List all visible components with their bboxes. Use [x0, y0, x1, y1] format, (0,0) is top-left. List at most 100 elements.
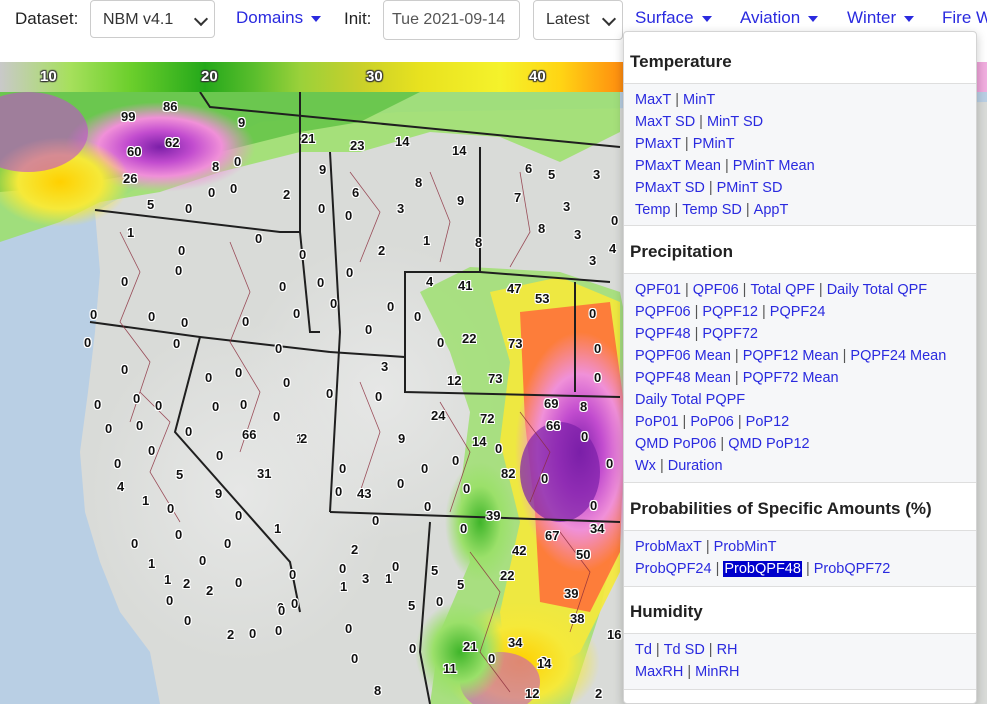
station-value: 82 [501, 466, 516, 481]
station-value: 8 [580, 399, 588, 414]
menu-item-pop12[interactable]: PoP12 [746, 414, 790, 430]
station-value: 0 [208, 185, 216, 200]
station-value: 2 [351, 542, 359, 557]
menu-item-probqpf48-selected[interactable]: ProbQPF48 [723, 561, 802, 577]
station-value: 0 [148, 309, 156, 324]
menu-item-pmaxt-sd[interactable]: PMaxT SD [635, 180, 705, 196]
station-value: 2 [283, 187, 291, 202]
menu-item-duration[interactable]: Duration [668, 458, 723, 474]
caret-down-icon [701, 15, 712, 22]
section-title-temperature: Temperature [630, 52, 732, 71]
aviation-menu[interactable]: Aviation [740, 8, 819, 28]
menu-item-td-sd[interactable]: Td SD [664, 642, 705, 658]
menu-item-pqpf24-mean[interactable]: PQPF24 Mean [850, 348, 946, 364]
menu-item-pqpf72-mean[interactable]: PQPF72 Mean [743, 370, 839, 386]
menu-item-pqpf48-mean[interactable]: PQPF48 Mean [635, 370, 731, 386]
menu-item-pqpf12-mean[interactable]: PQPF12 Mean [743, 348, 839, 364]
menu-item-pmint[interactable]: PMinT [693, 136, 735, 152]
menu-item-mint[interactable]: MinT [683, 92, 715, 108]
menu-item-pqpf72[interactable]: PQPF72 [702, 326, 758, 342]
menu-item-probqpf24[interactable]: ProbQPF24 [635, 561, 712, 577]
menu-row: QMD PoP06 | QMD PoP12 [635, 436, 810, 452]
fire-weather-menu[interactable]: Fire W [942, 8, 987, 28]
station-value: 0 [460, 521, 468, 536]
menu-item-pmaxt-mean[interactable]: PMaxT Mean [635, 158, 721, 174]
station-value: 2 [595, 686, 603, 701]
menu-item-mint-sd[interactable]: MinT SD [707, 114, 763, 130]
menu-item-temp-sd[interactable]: Temp SD [682, 202, 742, 218]
station-value: 34 [508, 635, 523, 650]
menu-item-probmint[interactable]: ProbMinT [714, 539, 777, 555]
menu-item-temp[interactable]: Temp [635, 202, 670, 218]
run-select-value: Latest [546, 11, 590, 28]
surface-menu[interactable]: Surface [635, 8, 712, 28]
menu-item-pqpf06[interactable]: PQPF06 [635, 304, 691, 320]
menu-item-pmint-sd[interactable]: PMinT SD [717, 180, 783, 196]
menu-item-appt[interactable]: AppT [754, 202, 789, 218]
menu-item-pqpf12[interactable]: PQPF12 [702, 304, 758, 320]
station-value: 1 [164, 572, 172, 587]
station-value: 0 [235, 365, 243, 380]
menu-item-pmint-mean[interactable]: PMinT Mean [733, 158, 815, 174]
winter-menu[interactable]: Winter [847, 8, 915, 28]
station-value: 0 [173, 336, 181, 351]
menu-item-pqpf48[interactable]: PQPF48 [635, 326, 691, 342]
station-value: 0 [121, 274, 129, 289]
station-value: 3 [397, 201, 405, 216]
menu-item-daily-total-pqpf[interactable]: Daily Total PQPF [635, 392, 745, 408]
domains-menu[interactable]: Domains [236, 8, 322, 28]
menu-item-probmaxt[interactable]: ProbMaxT [635, 539, 702, 555]
menu-row: QPF01 | QPF06 | Total QPF | Daily Total QPF [635, 282, 928, 298]
station-value: 0 [121, 362, 129, 377]
menu-row: PMaxT SD | PMinT SD [635, 180, 783, 196]
station-value: 2 [206, 583, 214, 598]
station-value: 0 [375, 389, 383, 404]
menu-item-total-qpf[interactable]: Total QPF [750, 282, 814, 298]
station-value: 3 [574, 227, 582, 242]
menu-item-pqpf06-mean[interactable]: PQPF06 Mean [635, 348, 731, 364]
station-value: 66 [242, 427, 257, 442]
caret-down-icon [904, 15, 915, 22]
menu-item-minrh[interactable]: MinRH [695, 664, 739, 680]
station-value: 0 [279, 279, 287, 294]
menu-item-qmd-pop12[interactable]: QMD PoP12 [728, 436, 809, 452]
station-value: 0 [175, 263, 183, 278]
station-value: 0 [199, 553, 207, 568]
run-select[interactable]: Latest [533, 0, 623, 40]
station-value: 0 [365, 322, 373, 337]
menu-item-rh[interactable]: RH [717, 642, 738, 658]
station-value: 0 [275, 623, 283, 638]
station-value: 1 [423, 233, 431, 248]
menu-item-pop06[interactable]: PoP06 [690, 414, 734, 430]
menu-item-daily-total-qpf[interactable]: Daily Total QPF [827, 282, 927, 298]
station-value: 1 [148, 556, 156, 571]
station-value: 9 [398, 431, 406, 446]
station-value: 0 [326, 386, 334, 401]
menu-row: MaxT | MinT [635, 92, 716, 108]
menu-item-maxt[interactable]: MaxT [635, 92, 671, 108]
menu-row: Daily Total PQPF [635, 392, 745, 408]
menu-item-qpf01[interactable]: QPF01 [635, 282, 681, 298]
station-value: 69 [544, 396, 559, 411]
init-date-input[interactable]: Tue 2021-09-14 [383, 0, 520, 40]
menu-item-qmd-pop06[interactable]: QMD PoP06 [635, 436, 716, 452]
dataset-select[interactable]: NBM v4.1 [90, 0, 215, 38]
menu-item-pop01[interactable]: PoP01 [635, 414, 679, 430]
station-value: 50 [576, 547, 591, 562]
menu-item-maxrh[interactable]: MaxRH [635, 664, 683, 680]
station-value: 0 [424, 499, 432, 514]
station-value: 0 [94, 397, 102, 412]
station-value: 1 [127, 225, 135, 240]
station-value: 99 [121, 109, 136, 124]
menu-item-wx[interactable]: Wx [635, 458, 656, 474]
menu-item-maxt-sd[interactable]: MaxT SD [635, 114, 695, 130]
menu-item-pqpf24[interactable]: PQPF24 [770, 304, 826, 320]
station-value: 42 [512, 543, 527, 558]
menu-item-pmaxt[interactable]: PMaxT [635, 136, 681, 152]
station-value: 0 [606, 456, 614, 471]
section-humidity: Td | Td SD | RH MaxRH | MinRH [624, 633, 976, 690]
menu-item-qpf06[interactable]: QPF06 [693, 282, 739, 298]
menu-item-probqpf72[interactable]: ProbQPF72 [814, 561, 891, 577]
section-title-probabilities: Probabilities of Specific Amounts (%) [630, 499, 932, 518]
menu-item-td[interactable]: Td [635, 642, 652, 658]
